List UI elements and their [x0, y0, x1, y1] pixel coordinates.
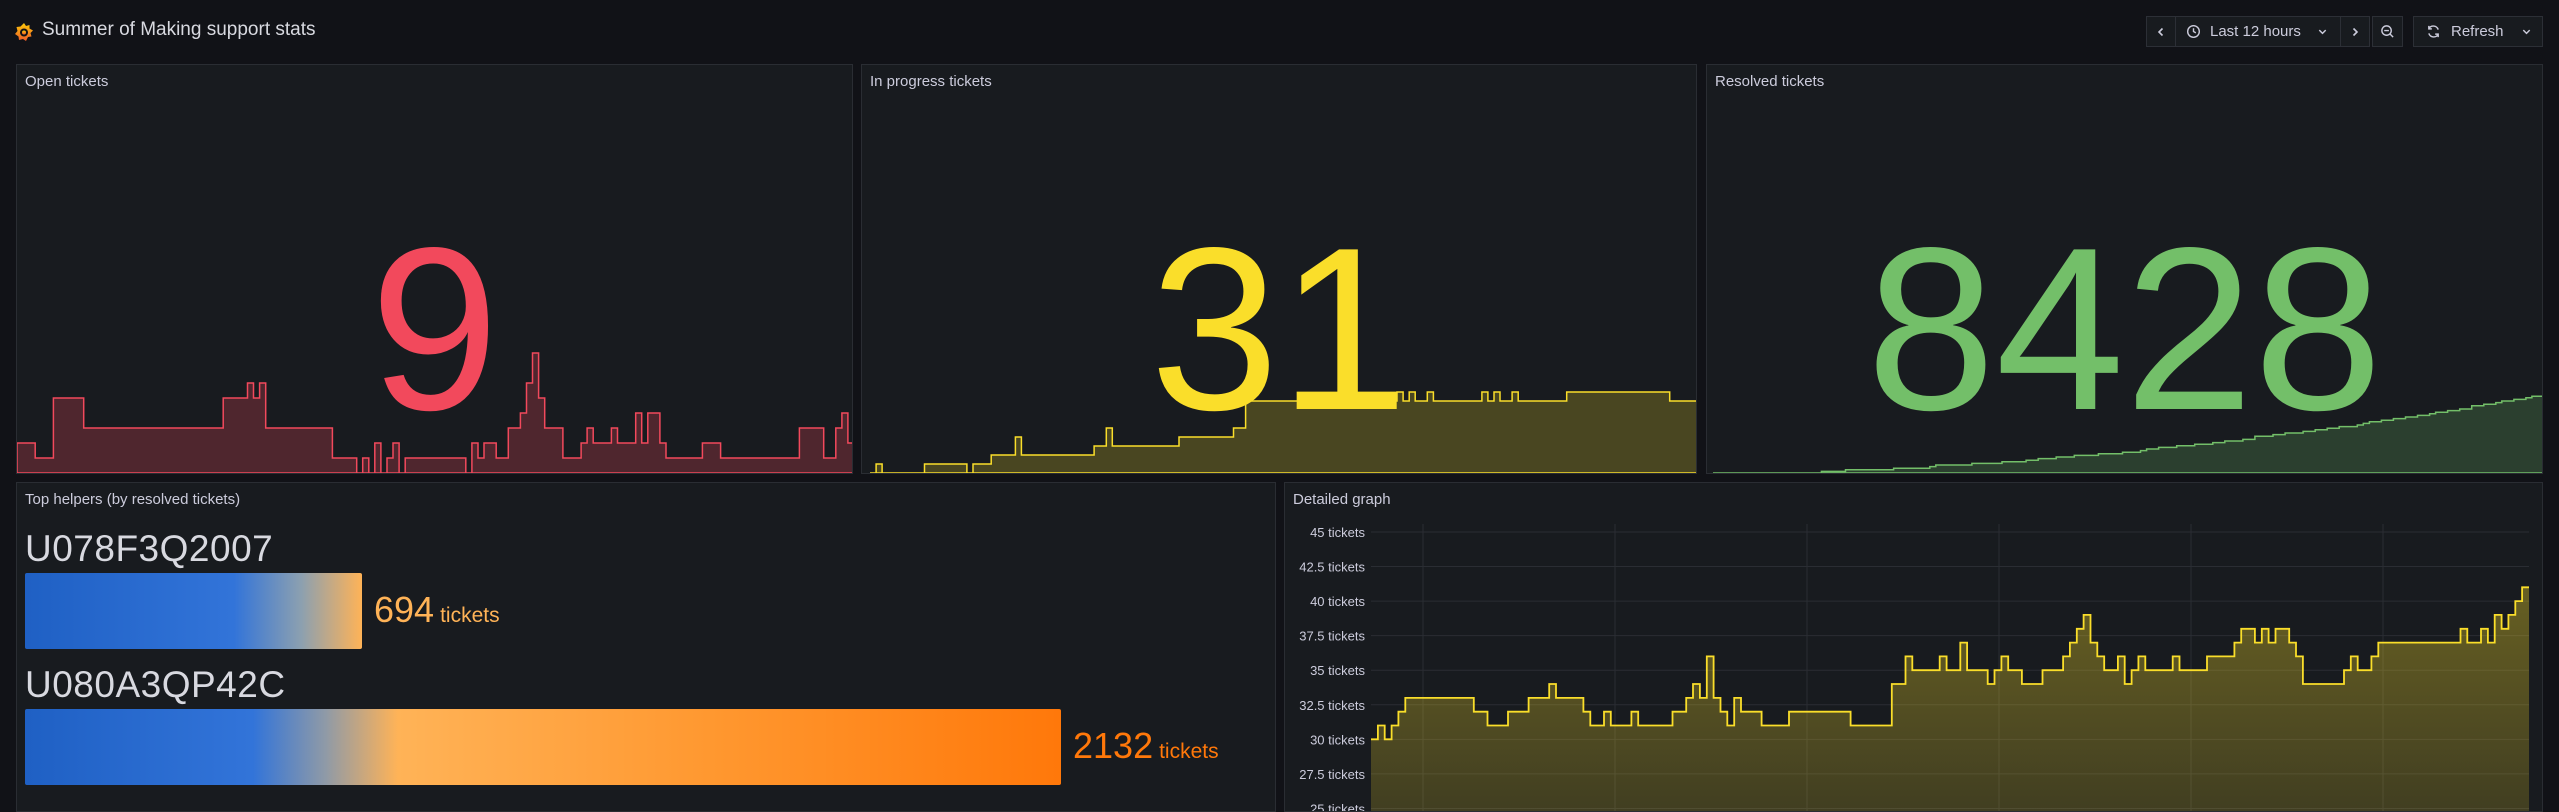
helper-bar [25, 573, 362, 649]
in-progress-tickets-panel[interactable]: In progress tickets 31 [861, 64, 1697, 474]
chevron-down-icon [2522, 29, 2531, 35]
helper-value: 694 tickets [374, 589, 500, 631]
chevron-left-icon [2157, 27, 2164, 36]
helper-count: 2132 [1073, 725, 1154, 766]
grafana-logo-icon [15, 23, 33, 41]
refresh-icon [2428, 25, 2439, 38]
refresh-button[interactable]: Refresh [2413, 16, 2543, 47]
y-tick-label: 37.5 tickets [1299, 629, 1365, 644]
y-tick-label: 27.5 tickets [1299, 767, 1365, 782]
time-range-label: Last 12 hours [2210, 23, 2301, 40]
detailed-graph-panel[interactable]: Detailed graph 45 tickets 42.5 tickets 40 … [1284, 482, 2543, 812]
panel-title: Top helpers (by resolved tickets) [25, 491, 241, 508]
y-tick-label: 35 tickets [1310, 663, 1365, 678]
top-bar: Summer of Making support stats Last 12 h… [0, 0, 2559, 62]
helper-name: U080A3QP42C [25, 664, 286, 705]
y-tick-label: 25 tickets [1310, 801, 1365, 812]
helper-unit: tickets [440, 604, 500, 627]
open-tickets-value: 9 [369, 200, 500, 459]
y-tick-label: 30 tickets [1310, 732, 1365, 747]
y-tick-label: 42.5 tickets [1299, 560, 1365, 575]
dashboard-title: Summer of Making support stats [42, 19, 316, 40]
resolved-tickets-value: 8428 [1866, 200, 2383, 459]
open-tickets-panel[interactable]: Open tickets 9 [16, 64, 853, 474]
y-tick-label: 40 tickets [1310, 594, 1365, 609]
clock-icon [2186, 24, 2201, 39]
refresh-label: Refresh [2451, 23, 2504, 40]
detailed-graph-chart: 45 tickets 42.5 tickets 40 tickets 37.5 tic… [1299, 524, 2529, 812]
zoom-out-button[interactable] [2372, 16, 2403, 47]
helper-bar [25, 709, 1061, 785]
helper-count: 694 [374, 589, 435, 630]
time-range-picker[interactable]: Last 12 hours [2175, 16, 2341, 47]
y-tick-label: 45 tickets [1310, 525, 1365, 540]
in-progress-tickets-value: 31 [1149, 200, 1409, 459]
helper-name: U078F3Q2007 [25, 528, 274, 569]
series-area [1371, 587, 2529, 811]
chevron-right-icon [2352, 27, 2359, 36]
resolved-tickets-panel[interactable]: Resolved tickets 8428 [1706, 64, 2543, 474]
top-helpers-panel[interactable]: Top helpers (by resolved tickets) U078F3… [16, 482, 1276, 812]
helper-value: 2132 tickets [1073, 725, 1219, 767]
zoom-out-icon [2381, 25, 2394, 38]
helper-unit: tickets [1159, 740, 1219, 763]
chevron-down-icon [2318, 29, 2327, 35]
time-range-forward-button[interactable] [2340, 16, 2370, 47]
time-range-back-button[interactable] [2146, 16, 2176, 47]
y-tick-label: 32.5 tickets [1299, 698, 1365, 713]
